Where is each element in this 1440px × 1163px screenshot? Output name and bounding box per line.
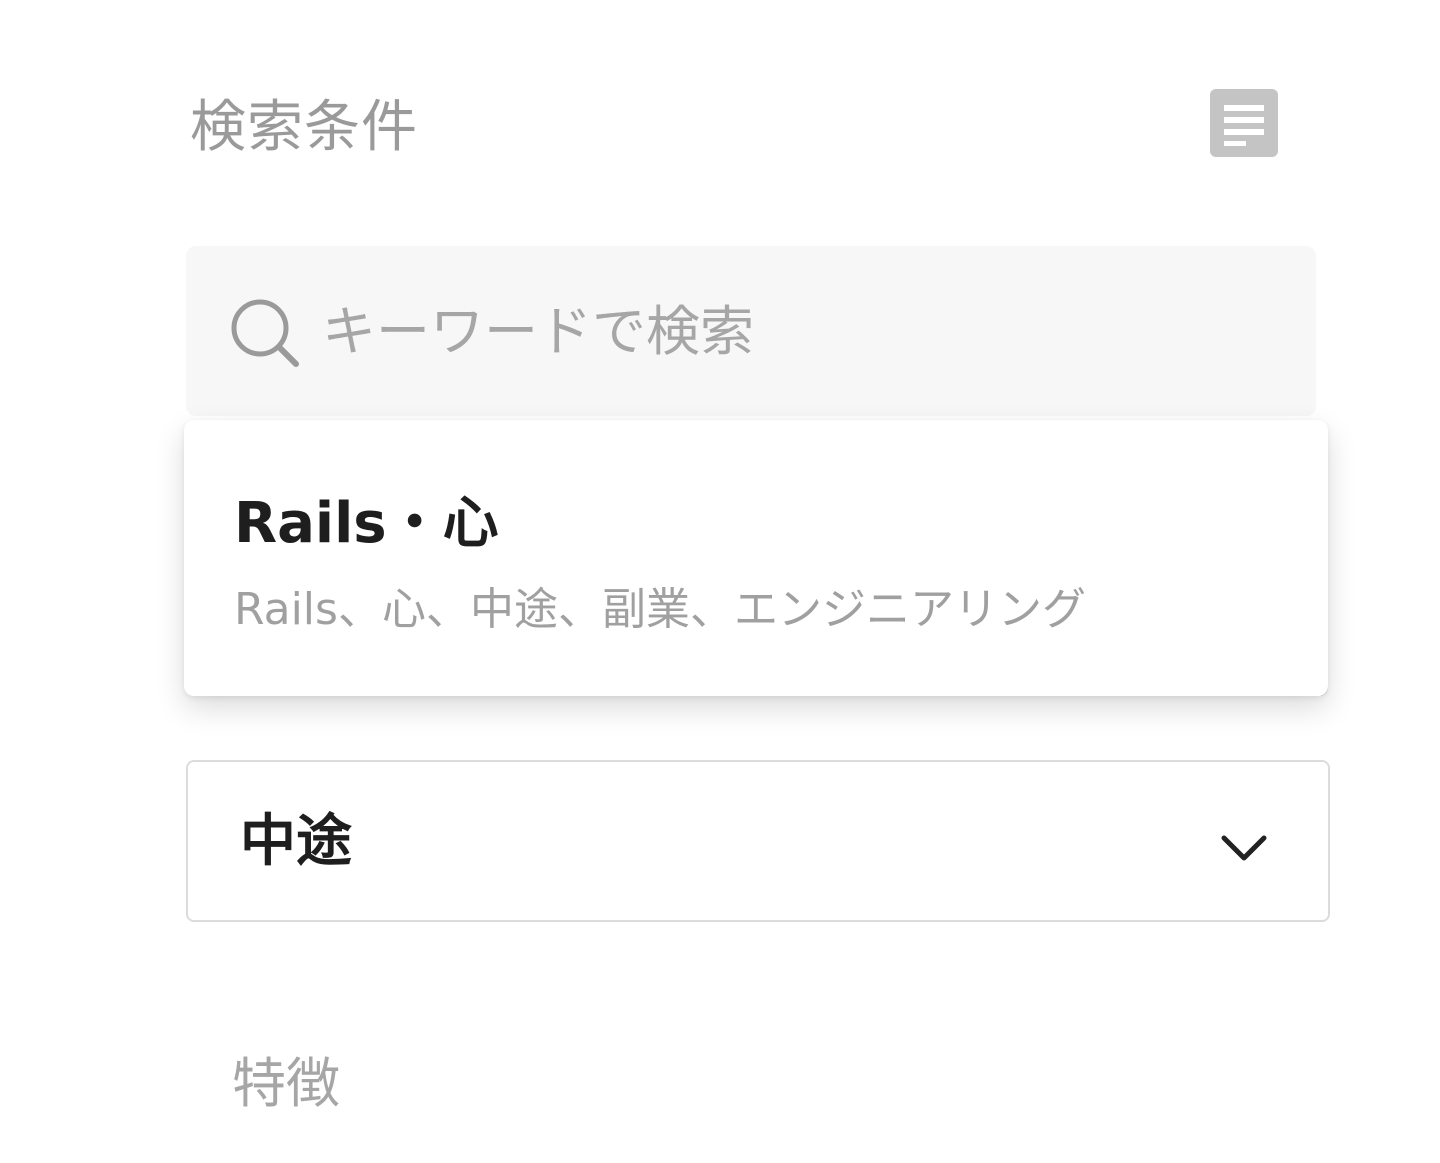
search-conditions-panel: 検索条件 Rails・心 Rails、心、中途、副業、エンジニアリング 中途 <box>0 0 1440 1163</box>
employment-type-select[interactable]: 中途 <box>186 760 1330 922</box>
features-label: 特徴 <box>232 1052 340 1115</box>
search-icon <box>228 296 302 370</box>
page-title: 検索条件 <box>190 95 418 160</box>
suggestion-tags: Rails、心、中途、副業、エンジニアリング <box>234 584 1086 635</box>
suggestion-dropdown[interactable]: Rails・心 Rails、心、中途、副業、エンジニアリング <box>184 420 1328 696</box>
list-icon[interactable] <box>1210 89 1278 157</box>
chevron-down-icon <box>1216 820 1272 876</box>
search-input[interactable] <box>322 286 1282 376</box>
select-value: 中途 <box>240 809 352 874</box>
suggestion-title[interactable]: Rails・心 <box>234 484 499 564</box>
search-box[interactable] <box>186 246 1316 416</box>
